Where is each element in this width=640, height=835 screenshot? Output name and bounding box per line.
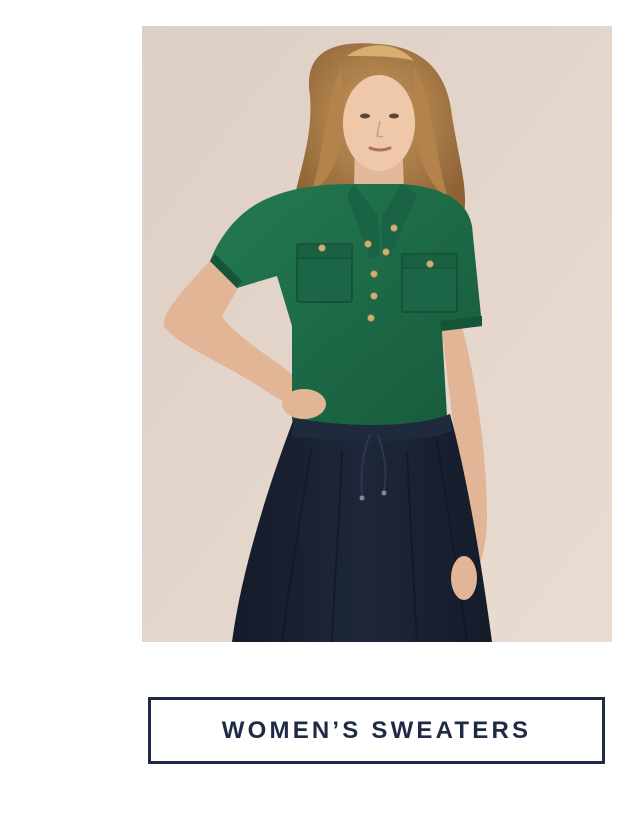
womens-sweaters-label: WOMEN’S SWEATERS	[221, 716, 532, 744]
womens-sweaters-button[interactable]: WOMEN’S SWEATERS	[148, 697, 605, 764]
hero-image-link[interactable]	[142, 26, 612, 642]
page: WOMEN’S SWEATERS	[0, 0, 640, 835]
hero-image	[142, 26, 612, 642]
